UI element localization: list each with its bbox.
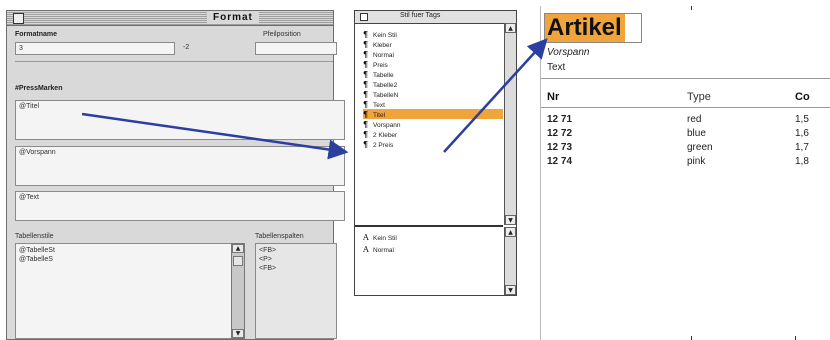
character-style-icon: A xyxy=(363,245,369,254)
format-window: Format Formatname 3 -2 Pfeilposition #Pr… xyxy=(6,10,345,340)
style-item-preis[interactable]: ¶ Preis xyxy=(363,59,501,69)
scroll-up-arrow-icon[interactable]: ▲ xyxy=(505,227,516,237)
table-rule xyxy=(541,78,830,79)
pilcrow-icon: ¶ xyxy=(363,89,369,99)
list-item[interactable]: <FB> xyxy=(259,246,333,255)
table-cell: 12 71 xyxy=(547,114,573,125)
crop-mark xyxy=(691,336,692,340)
crop-mark xyxy=(795,336,796,340)
pilcrow-icon: ¶ xyxy=(363,39,369,49)
nudge-value: -2 xyxy=(183,44,190,51)
window-title: Format xyxy=(207,12,259,23)
format-window-titlebar[interactable]: Format xyxy=(7,11,333,26)
formatname-label: Formatname xyxy=(15,31,58,38)
style-item-tabelle[interactable]: ¶ Tabelle xyxy=(363,69,501,79)
tabellenstile-scrollbar[interactable]: ▲ ▼ xyxy=(231,243,245,339)
list-item[interactable]: <P> xyxy=(259,255,333,264)
pilcrow-icon: ¶ xyxy=(363,129,369,139)
table-rule xyxy=(541,107,830,108)
close-box-icon[interactable] xyxy=(360,13,368,21)
char-style-item-kein-stil[interactable]: A Kein Stil xyxy=(363,233,397,243)
style-item-kein-stil[interactable]: ¶ Kein Stil xyxy=(363,29,501,39)
list-item[interactable]: @TabelleSt xyxy=(19,246,241,255)
style-window-title: Stil fuer Tags xyxy=(397,12,444,19)
style-item-normal[interactable]: ¶ Normal xyxy=(363,49,501,59)
table-cell: 12 72 xyxy=(547,128,573,139)
document-vorspann[interactable]: Vorspann xyxy=(547,47,589,58)
close-box-icon[interactable] xyxy=(13,13,24,24)
scroll-thumb[interactable] xyxy=(233,256,243,266)
scroll-down-arrow-icon[interactable]: ▼ xyxy=(505,285,516,295)
document-page: Artikel Vorspann Text Nr Type Co 12 71 r… xyxy=(540,6,830,340)
pilcrow-icon: ¶ xyxy=(363,99,369,109)
list-item[interactable]: @TabelleS xyxy=(19,255,241,264)
pilcrow-icon: ¶ xyxy=(363,59,369,69)
style-item-kleber[interactable]: ¶ Kleber xyxy=(363,39,501,49)
tabellenstile-list[interactable]: @TabelleSt @TabelleS xyxy=(15,243,245,339)
table-cell: blue xyxy=(687,128,706,139)
pilcrow-icon: ¶ xyxy=(363,109,369,119)
scroll-up-arrow-icon[interactable]: ▲ xyxy=(232,244,244,253)
paragraph-styles-scrollbar[interactable]: ▲ ▼ xyxy=(504,23,516,225)
titel-field[interactable]: @Titel xyxy=(15,100,345,140)
pilcrow-icon: ¶ xyxy=(363,139,369,149)
style-item-vorspann[interactable]: ¶ Vorspann xyxy=(363,119,501,129)
table-cell: 12 73 xyxy=(547,142,573,153)
style-item-tabellen[interactable]: ¶ TabelleN xyxy=(363,89,501,99)
table-cell: 1,8 xyxy=(795,156,809,167)
table-header-type: Type xyxy=(687,91,711,103)
table-cell: 1,6 xyxy=(795,128,809,139)
scroll-down-arrow-icon[interactable]: ▼ xyxy=(232,329,244,338)
table-cell: red xyxy=(687,114,702,125)
pressmarken-label: #PressMarken xyxy=(15,85,63,92)
table-cell: 1,7 xyxy=(795,142,809,153)
formatname-field[interactable]: 3 xyxy=(15,42,175,55)
tabellenspalten-list[interactable]: <FB> <P> <FB> xyxy=(255,243,337,339)
style-item-text[interactable]: ¶ Text xyxy=(363,99,501,109)
scroll-down-arrow-icon[interactable]: ▼ xyxy=(505,215,516,225)
pilcrow-icon: ¶ xyxy=(363,49,369,59)
style-list-divider xyxy=(355,225,503,227)
char-style-item-normal[interactable]: A Normal xyxy=(363,245,394,255)
table-cell: 12 74 xyxy=(547,156,573,167)
style-item-titel[interactable]: ¶ Titel xyxy=(363,109,503,119)
table-cell: pink xyxy=(687,156,706,167)
style-window-titlebar[interactable]: Stil fuer Tags xyxy=(355,11,516,24)
pilcrow-icon: ¶ xyxy=(363,69,369,79)
divider xyxy=(15,61,333,62)
text-field[interactable]: @Text xyxy=(15,191,345,221)
crop-mark xyxy=(691,6,692,10)
table-header-nr: Nr xyxy=(547,91,560,103)
character-style-icon: A xyxy=(363,233,369,242)
table-cell: 1,5 xyxy=(795,114,809,125)
style-item-2-preis[interactable]: ¶ 2 Preis xyxy=(363,139,501,149)
pfeilposition-label: Pfeilposition xyxy=(263,31,301,38)
character-styles-scrollbar[interactable]: ▲ ▼ xyxy=(504,227,516,295)
table-cell: green xyxy=(687,142,713,153)
tabellenspalten-label: Tabellenspalten xyxy=(255,233,304,240)
pilcrow-icon: ¶ xyxy=(363,119,369,129)
tabellenstile-label: Tabellenstile xyxy=(15,233,54,240)
text-frame xyxy=(544,13,642,43)
vorspann-field[interactable]: @Vorspann xyxy=(15,146,345,186)
scroll-up-arrow-icon[interactable]: ▲ xyxy=(505,23,516,33)
pilcrow-icon: ¶ xyxy=(363,29,369,39)
style-item-tabelle2[interactable]: ¶ Tabelle2 xyxy=(363,79,501,89)
list-item[interactable]: <FB> xyxy=(259,264,333,273)
pilcrow-icon: ¶ xyxy=(363,79,369,89)
table-header-co: Co xyxy=(795,91,810,103)
style-item-2-kleber[interactable]: ¶ 2 Kleber xyxy=(363,129,501,139)
style-list-window: Stil fuer Tags ¶ Kein Stil ¶ Kleber ¶ Norma… xyxy=(354,10,517,296)
document-text[interactable]: Text xyxy=(547,62,565,73)
pfeilposition-field[interactable] xyxy=(255,42,337,55)
